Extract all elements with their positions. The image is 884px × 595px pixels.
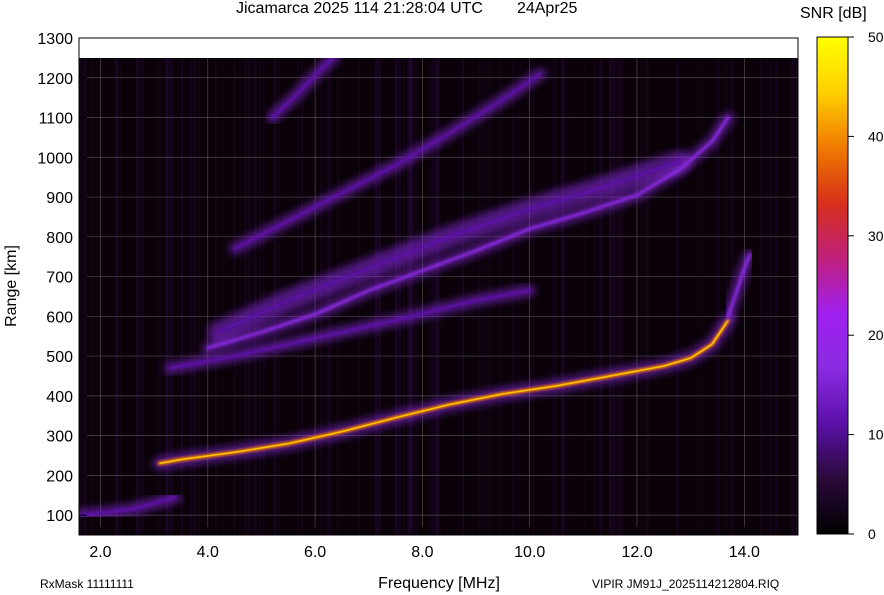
noise-stripe [233,38,236,535]
colorbar-ticks: 50 40 30 20 10 0 [848,29,884,542]
noise-stripe [436,38,439,535]
x-tick-label: 8.0 [411,544,433,561]
noise-stripe [96,38,98,535]
noise-stripe [140,38,143,535]
noise-stripe [403,38,405,535]
rx-mask-label: RxMask 11111111 [40,577,134,591]
noise-stripe [770,38,773,535]
noise-stripe [621,38,624,535]
y-tick-label: 1300 [37,31,73,48]
noise-stripe [610,38,612,535]
y-tick-label: 800 [46,230,73,247]
noise-stripe [791,38,794,535]
colorbar-tick-label: 10 [868,427,884,443]
noise-stripe [634,38,637,535]
noise-stripe [565,38,567,535]
y-tick-label: 200 [46,468,73,485]
noise-stripe [714,38,717,535]
y-tick-label: 1100 [39,111,74,128]
noise-stripe [775,38,779,535]
noise-stripe [623,38,625,535]
noise-stripe [262,38,265,535]
x-axis-label: Frequency [MHz] [378,575,500,592]
noise-stripe [461,38,464,535]
noise-stripe [413,38,415,535]
noise-stripe [594,38,597,535]
noise-stripe [143,38,145,535]
y-tick-label: 100 [46,508,73,525]
noise-stripe [700,38,703,535]
y-tick-label: 400 [46,389,73,406]
noise-stripe [787,38,790,535]
colorbar-tick-label: 20 [868,327,884,343]
x-tick-label: 6.0 [304,544,326,561]
noise-stripe [613,38,616,535]
noise-stripe [416,38,418,535]
x-tick-label: 2.0 [89,544,111,561]
noise-stripe [616,38,619,535]
noise-stripe [255,38,257,535]
noise-stripe [249,38,252,535]
y-axis-label: Range [km] [3,245,20,327]
noise-stripe [81,38,84,535]
noise-stripe [639,38,643,535]
noise-stripe [618,38,622,535]
noise-stripe [254,38,256,535]
noise-stripe [723,38,725,535]
noise-stripe [85,38,88,535]
noise-stripe [600,38,602,535]
y-tick-label: 500 [46,349,73,366]
y-tick-label: 1000 [37,150,73,167]
colorbar [816,36,849,535]
noise-stripe [675,38,678,535]
noise-stripe [602,38,604,535]
noise-stripe [794,38,797,535]
noise-stripe [410,38,413,535]
noise-stripe [765,38,768,535]
noise-stripe [582,38,586,535]
top-strip [79,38,798,58]
noise-stripe [499,38,502,535]
noise-stripe [562,38,564,535]
noise-stripe [430,38,432,535]
file-label: VIPIR JM91J_2025114212804.RIQ [592,577,780,591]
x-tick-label: 14.0 [729,544,760,561]
noise-stripe [554,38,557,535]
noise-stripe [432,38,435,535]
noise-stripe [717,38,720,535]
noise-stripe [244,38,247,535]
noise-stripe [91,38,94,535]
noise-stripe [434,38,436,535]
colorbar-tick-label: 40 [868,128,884,144]
noise-stripe [246,38,249,535]
noise-stripe [551,38,553,535]
noise-stripe [647,38,650,535]
x-tick-label: 12.0 [621,544,652,561]
noise-stripe [239,38,242,535]
noise-stripe [569,38,572,535]
noise-stripe [259,38,261,535]
y-tick-label: 300 [46,429,73,446]
noise-stripe [512,38,515,535]
noise-stripe [138,38,140,535]
noise-stripe [119,38,122,535]
colorbar-tick-label: 0 [868,526,876,542]
noise-stripe [548,38,550,535]
noise-stripe [761,38,764,535]
y-tick-label: 600 [46,309,73,326]
y-tick-label: 900 [46,190,73,207]
y-tick-label: 1200 [37,71,73,88]
noise-stripe [398,38,401,535]
noise-stripe [358,38,361,535]
noise-stripe [458,38,460,535]
noise-stripe [116,38,118,535]
x-tick-label: 4.0 [197,544,219,561]
x-tick-label: 10.0 [514,544,545,561]
y-tick-label: 700 [46,270,73,287]
ionogram-plot: 2.0 4.0 6.0 8.0 10.0 12.0 14.01002003004005006… [3,29,884,592]
colorbar-tick-label: 30 [868,228,884,244]
colorbar-tick-label: 50 [868,29,884,45]
